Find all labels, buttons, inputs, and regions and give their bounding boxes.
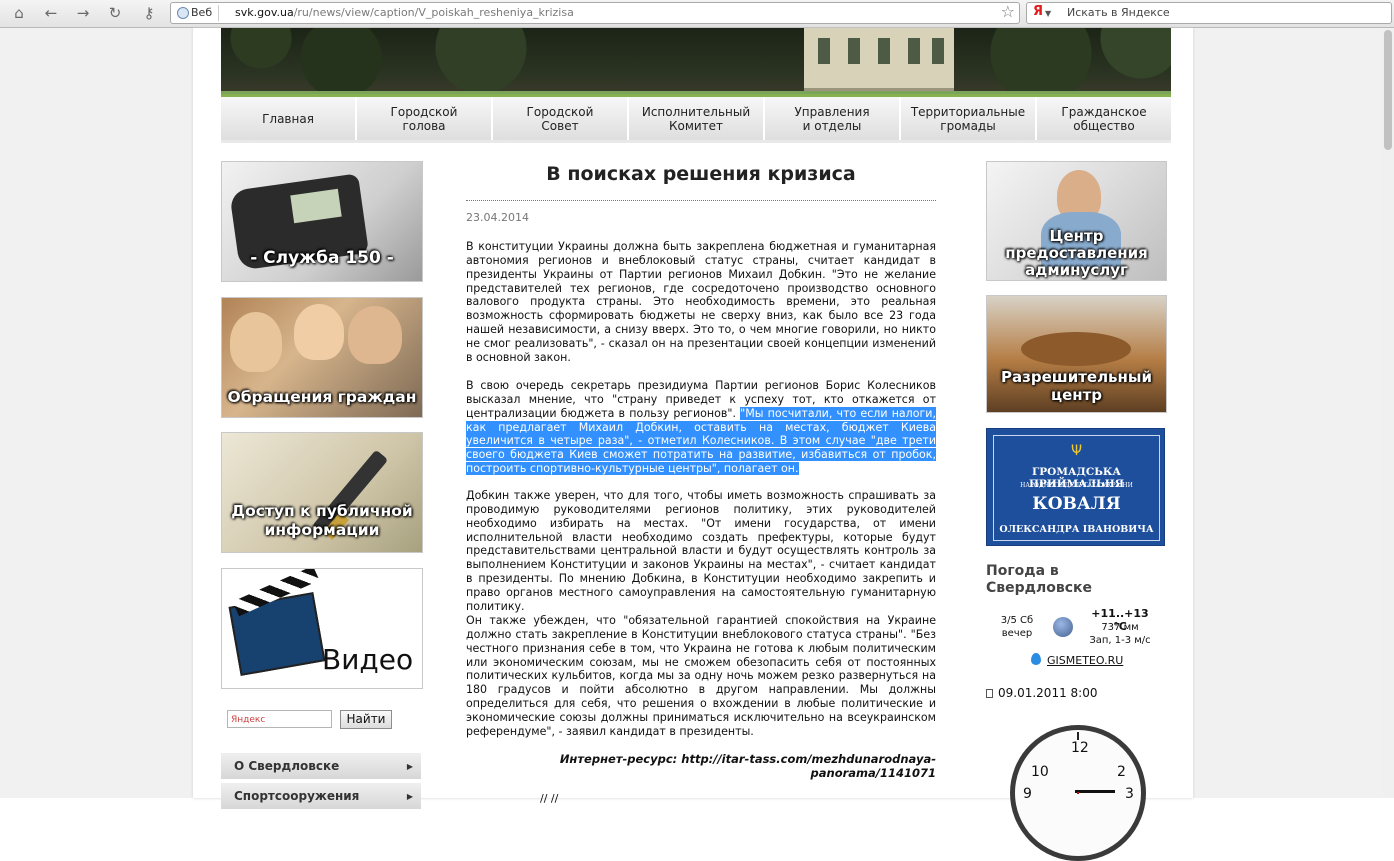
video-caption: Видео [322,643,414,676]
public-info-banner[interactable]: Доступ к публичной информации [221,432,423,553]
permit-center-line2: центр [1050,386,1103,404]
page-scrollbar[interactable] [1382,28,1394,798]
admin-services-caption: Центр предоставления админуслуг [987,228,1166,279]
citizen-appeals-caption: Обращения граждан [227,388,417,406]
weather-date: 3/5 Сб вечер [994,614,1040,640]
clock-numeral-3: 3 [1125,786,1134,802]
article-paragraph-3: Добкин также уверен, что для того, чтобы… [466,489,936,613]
home-icon[interactable]: ⌂ [8,3,30,23]
menu-item-council[interactable]: Городской Совет [493,97,629,140]
header-banner [221,28,1171,94]
water-drop-icon [1031,653,1041,665]
weather-title: Погода в Свердловске [986,563,1092,596]
banner-trees [221,28,1171,94]
weather-date-day: 3/5 Сб [1000,615,1034,626]
site-search-input[interactable]: Яндекс [227,710,332,728]
admin-services-line3: админуслуг [1025,261,1128,279]
document-icon [986,689,993,698]
article-paragraph-4: Он также убежден, что "обязательной гара… [466,614,936,738]
chevron-down-icon[interactable]: ▼ [1045,9,1051,18]
back-icon[interactable]: ← [40,3,62,23]
globe-icon [177,7,189,19]
deputy-reception-banner[interactable]: Ψ ГРОМАДСЬКА ПРИЙМАЛЬНЯ НАРОДНОГО ДЕПУТА… [986,428,1165,546]
gismeteo-link[interactable]: GISMETEO.RU [1047,654,1123,667]
permit-center-caption: Разрешительный центр [987,368,1166,404]
side-menu-item-sports[interactable]: Спортсооружения ▶ [221,783,421,811]
conference-table [1021,332,1131,366]
menu-item-departments[interactable]: Управления и отделы [765,97,901,140]
public-info-caption: Доступ к публичной информации [222,502,422,540]
article-paragraph-2: В свою очередь секретарь президиума Парт… [466,379,937,476]
clock-numeral-10: 10 [1031,764,1049,780]
moon-icon [1053,617,1073,637]
clock-numeral-12: 12 [1071,740,1089,756]
admin-services-center-banner[interactable]: Центр предоставления админуслуг [986,161,1167,281]
menu-item-executive[interactable]: Исполнительный Комитет [629,97,765,140]
reception-line4: ОЛЕКСАНДРА ІВАНОВИЧА [999,524,1154,535]
yandex-search-box[interactable]: Я ▼ Искать в Яндексе [1026,2,1392,24]
url-host: svk.gov.ua [235,6,294,19]
menu-item-civil-society[interactable]: Гражданское общество [1037,97,1171,140]
side-menu-item-label: Спортсооружения [234,789,360,803]
forward-icon[interactable]: → [72,3,94,23]
news-date: 09.01.2011 8:00 [998,686,1098,700]
arrow-right-icon: ▶ [406,762,413,771]
arrow-right-icon: ▶ [406,792,413,801]
bookmark-star-icon[interactable]: ☆ [1001,3,1015,21]
url-text[interactable]: svk.gov.ua/ru/news/view/caption/V_poiska… [235,5,574,21]
source-line2: panorama/1141071 [810,766,936,780]
url-path: /ru/news/view/caption/V_poiskah_resheniy… [293,6,574,19]
service-150-caption: - Служба 150 - [250,248,394,268]
scrollbar-thumb[interactable] [1384,30,1392,150]
person-image [230,312,282,372]
permit-center-line1: Разрешительный [1001,368,1152,386]
citizen-appeals-banner[interactable]: Обращения граждан [221,297,423,418]
source-line1: Интернет-ресурс: http://itar-tass.com/me… [559,752,936,766]
side-menu-item-about[interactable]: О Свердловске ▶ [221,753,421,781]
web-identity-tag[interactable]: Веб [173,5,220,21]
search-placeholder[interactable]: Искать в Яндексе [1067,5,1170,21]
menu-item-mayor[interactable]: Городской голова [357,97,493,140]
reception-line3: КОВАЛЯ [1032,494,1121,514]
article-paragraph-1: В конституции Украины должна быть закреп… [466,240,936,364]
permit-center-banner[interactable]: Разрешительный центр [986,295,1167,413]
side-menu-item-label: О Свердловске [234,759,340,773]
person-image [294,304,344,360]
clock-numeral-9: 9 [1023,786,1032,802]
menu-item-communities[interactable]: Территориальные громады [901,97,1037,140]
clock-numeral-2: 2 [1117,764,1126,780]
web-tag-label: Веб [191,6,213,19]
clock-tick [1077,732,1079,740]
article-date: 23.04.2014 [466,211,529,224]
public-info-caption-line1: Доступ к публичной [231,502,413,520]
source-link[interactable]: Интернет-ресурс: http://itar-tass.com/me… [466,752,936,780]
site-search-button[interactable]: Найти [340,710,392,729]
person-image [348,306,402,364]
weather-pressure: 737 мм [1101,622,1139,633]
service-150-banner[interactable]: - Служба 150 - [221,161,423,282]
reception-line2: НАРОДНОГО ДЕПУТАТА УКРАЇНИ [1020,482,1133,489]
city-hall-image [804,28,954,92]
weather-wind: Зап, 1-3 м/с [1089,635,1151,646]
yandex-icon[interactable]: Я [1030,4,1046,20]
weather-date-time: вечер [1001,628,1033,639]
key-icon[interactable]: ⚷ [138,3,160,23]
trident-icon: Ψ [1071,443,1083,459]
title-divider [466,200,936,201]
menu-item-main[interactable]: Главная [221,97,357,140]
browser-toolbar: ⌂ ← → ↻ ⚷ Веб svk.gov.ua/ru/news/view/ca… [0,0,1394,28]
admin-services-line2: предоставления [1005,244,1148,262]
clock-hand [1075,790,1115,793]
reload-icon[interactable]: ↻ [104,3,126,23]
cut-off-text: // // [540,792,559,805]
admin-services-line1: Центр [1049,227,1104,245]
public-info-caption-line2: информации [264,521,380,539]
video-banner[interactable]: Видео [221,568,423,689]
article-title: В поисках решения кризиса [546,163,856,185]
clock-center [1077,792,1079,794]
main-menu: Главная Городской голова Городской Совет… [221,94,1171,143]
address-bar[interactable]: Веб svk.gov.ua/ru/news/view/caption/V_po… [170,2,1020,24]
reception-frame: Ψ ГРОМАДСЬКА ПРИЙМАЛЬНЯ НАРОДНОГО ДЕПУТА… [993,435,1160,541]
clock-widget: 12 10 2 9 3 [1010,725,1146,861]
